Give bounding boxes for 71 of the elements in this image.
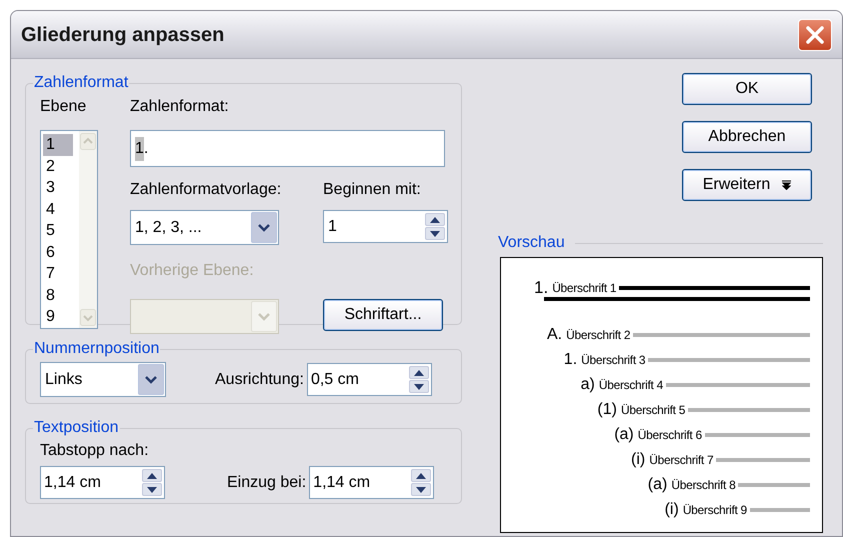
up-arrow-icon: [416, 472, 426, 478]
close-button[interactable]: [798, 18, 832, 50]
heading-number: (a): [614, 426, 634, 442]
spin-down-button[interactable]: [411, 483, 432, 496]
spin-up-button[interactable]: [411, 469, 432, 482]
level-item[interactable]: 9: [43, 306, 73, 328]
up-arrow-icon: [414, 370, 424, 376]
level-item[interactable]: 2: [43, 156, 73, 177]
field-label: Tabstopp nach:: [40, 441, 149, 461]
heading-text: Überschrift 3: [581, 354, 646, 366]
heading-text: Überschrift 5: [620, 404, 686, 416]
down-arrow-icon: [147, 486, 157, 492]
aligned-at-spinbox[interactable]: 0,5 cm: [306, 363, 432, 396]
field-label: Beginnen mit:: [323, 180, 422, 200]
heading-text: Überschrift 2: [566, 328, 630, 340]
close-icon: [805, 24, 825, 44]
field-label: Einzug bei:: [227, 472, 306, 492]
heading-number: (1): [597, 402, 617, 418]
heading-text: Überschrift 8: [671, 478, 736, 490]
level-item[interactable]: 4: [43, 198, 73, 220]
level-item[interactable]: 7: [43, 263, 73, 284]
spin-down-button[interactable]: [408, 380, 429, 393]
level-item[interactable]: 8: [43, 284, 73, 306]
level-item[interactable]: 6: [43, 242, 73, 263]
field-label: Vorherige Ebene:: [130, 261, 254, 281]
window-title: Gliederung anpassen: [21, 22, 224, 48]
style-dropdown[interactable]: 1, 2, 3, ...: [130, 210, 279, 245]
down-arrow-icon: [430, 230, 440, 236]
start-at-spinbox[interactable]: 1: [323, 210, 448, 243]
level-item[interactable]: 3: [43, 177, 73, 198]
heading-text: Überschrift 7: [649, 454, 714, 466]
heading-text: Überschrift 4: [598, 378, 663, 390]
field-label: Ausrichtung:: [215, 370, 304, 390]
spin-up-button[interactable]: [425, 213, 445, 226]
heading-number: a): [580, 376, 595, 392]
heading-text: Überschrift 6: [638, 428, 702, 440]
alignment-dropdown[interactable]: Links: [40, 362, 166, 397]
group-legend: Nummernposition: [33, 337, 160, 361]
spin-up-button[interactable]: [408, 366, 429, 379]
level-item[interactable]: 1: [43, 134, 73, 156]
expand-button[interactable]: Erweitern: [682, 169, 812, 201]
dialog-button[interactable]: Abbrechen: [682, 121, 812, 153]
tab-stop-spinbox[interactable]: 1,14 cm: [40, 466, 165, 499]
number-format-field[interactable]: 1.: [130, 130, 445, 167]
up-arrow-icon: [147, 472, 157, 478]
spin-down-button[interactable]: [142, 483, 162, 496]
heading-number: 1.: [534, 279, 548, 296]
double-chevron-down-icon: [782, 180, 792, 190]
heading-number: 1.: [564, 352, 578, 368]
dialog-button[interactable]: OK: [682, 73, 812, 105]
spin-up-button[interactable]: [142, 469, 162, 482]
field-label: Zahlenformat:: [130, 97, 230, 117]
spin-down-button[interactable]: [425, 227, 445, 240]
group-legend: Zahlenformat: [33, 71, 130, 95]
field-label: Ebene: [40, 97, 88, 117]
level-list[interactable]: 1 2 3 4 5 6 7 8 9: [40, 130, 98, 329]
indent-spinbox[interactable]: 1,14 cm: [309, 466, 434, 499]
group-legend: Vorschau: [498, 231, 575, 255]
font-button[interactable]: Schriftart...: [323, 299, 443, 331]
heading-number: (i): [631, 452, 646, 468]
heading-number: A.: [547, 326, 562, 342]
level-item[interactable]: 5: [43, 220, 73, 242]
heading-text: Überschrift 1: [552, 282, 616, 294]
up-arrow-icon: [430, 216, 440, 222]
down-arrow-icon: [414, 384, 424, 390]
heading-number: (a): [648, 476, 668, 492]
heading-text: Überschrift 9: [682, 504, 747, 516]
group-legend: Textposition: [33, 416, 120, 440]
down-arrow-icon: [416, 486, 426, 492]
heading-number: (i): [664, 502, 679, 518]
field-label: Zahlenformatvorlage:: [130, 180, 282, 200]
